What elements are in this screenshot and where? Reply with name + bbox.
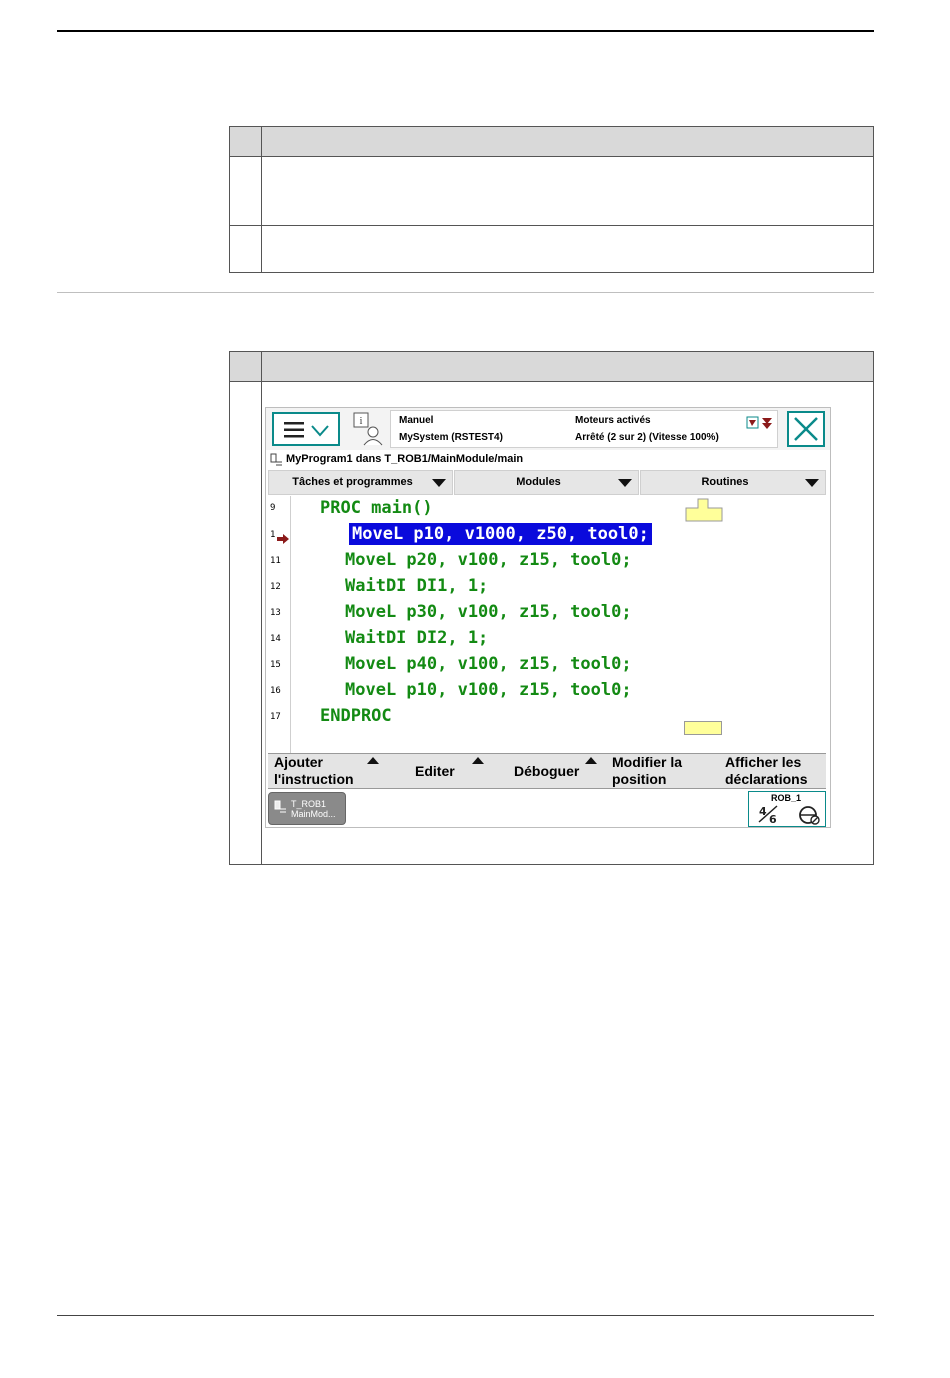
status-bar[interactable]: Manuel MySystem (RSTEST4) Moteurs activé… — [390, 410, 778, 448]
chevron-up-icon — [585, 757, 597, 764]
quickset-button[interactable]: ROB_1 4 6 — [748, 791, 826, 827]
table-row — [229, 225, 874, 273]
taskbar: T_ROB1 MainMod... ROB_1 4 6 — [266, 789, 830, 827]
chevron-up-icon — [472, 757, 484, 764]
tasks-dropdown[interactable]: Tâches et programmes — [268, 470, 453, 495]
line-number: 9 — [270, 503, 276, 513]
incremental-step-icon: 4 6 — [758, 805, 778, 824]
code-line[interactable]: ENDPROC — [320, 705, 392, 727]
task-status-icon — [746, 416, 772, 429]
show-declarations-button[interactable]: Afficher les déclarations — [725, 754, 825, 788]
flexpendant-screen: i Manuel MySystem (RSTEST4) Moteurs acti… — [265, 407, 831, 828]
program-path-text: MyProgram1 dans T_ROB1/MainModule/main — [286, 453, 524, 465]
add-instruction-button[interactable]: Ajouter l'instruction — [274, 754, 386, 788]
table-row — [229, 156, 874, 226]
table-header-row — [229, 351, 874, 382]
modules-dropdown[interactable]: Modules — [454, 470, 639, 495]
chevron-down-icon — [805, 479, 819, 487]
code-line[interactable]: WaitDI DI2, 1; — [345, 627, 488, 649]
main-menu-button[interactable] — [272, 412, 340, 446]
hamburger-menu-icon — [284, 422, 329, 438]
program-path: MyProgram1 dans T_ROB1/MainModule/main — [266, 450, 830, 469]
code-line[interactable]: MoveL p20, v100, z15, tool0; — [345, 549, 632, 571]
line-number: 17 — [270, 712, 281, 722]
line-number: 13 — [270, 608, 281, 618]
dropdown-bar: Tâches et programmes Modules Routines — [268, 470, 826, 495]
mechanical-unit-label: ROB_1 — [771, 793, 802, 803]
task-window-button[interactable]: T_ROB1 MainMod... — [268, 792, 346, 825]
program-state: Arrêté (2 sur 2) (Vitesse 100%) — [575, 432, 719, 443]
chevron-down-icon — [432, 479, 446, 487]
program-icon — [270, 453, 282, 466]
chevron-up-icon — [367, 757, 379, 764]
code-line[interactable]: WaitDI DI1, 1; — [345, 575, 488, 597]
code-line[interactable]: PROC main() — [320, 497, 433, 519]
motors-state: Moteurs activés — [575, 415, 651, 426]
end-marker — [684, 721, 722, 735]
code-line[interactable]: MoveL p10, v100, z15, tool0; — [345, 679, 632, 701]
code-editor[interactable]: 9 1 11 12 13 14 15 16 17 PROC main() Mov… — [268, 496, 828, 753]
svg-text:i: i — [360, 416, 363, 427]
line-number: 1 — [270, 530, 276, 540]
steps-table-1 — [229, 126, 874, 273]
motion-pointer-icon — [685, 498, 723, 522]
modify-position-button[interactable]: Modifier la position — [612, 754, 712, 788]
program-icon — [274, 800, 286, 813]
footer-rule — [57, 1315, 874, 1316]
table-header-row — [229, 126, 874, 157]
operator-info-icon[interactable]: i — [352, 412, 386, 446]
system-name: MySystem (RSTEST4) — [399, 432, 503, 443]
line-number: 11 — [270, 556, 281, 566]
bottom-command-bar: Ajouter l'instruction Editer Déboguer Mo… — [268, 753, 826, 789]
section-divider — [57, 292, 874, 293]
chevron-down-icon — [618, 479, 632, 487]
routines-dropdown[interactable]: Routines — [640, 470, 826, 495]
svg-text:6: 6 — [769, 813, 777, 824]
line-number: 15 — [270, 660, 281, 670]
debug-button[interactable]: Déboguer — [514, 754, 604, 788]
close-button[interactable] — [787, 411, 825, 447]
top-bar: i Manuel MySystem (RSTEST4) Moteurs acti… — [266, 408, 830, 450]
line-number: 16 — [270, 686, 281, 696]
line-number: 14 — [270, 634, 281, 644]
line-number-gutter: 9 1 11 12 13 14 15 16 17 — [268, 496, 291, 753]
code-line-selected[interactable]: MoveL p10, v1000, z50, tool0; — [349, 523, 652, 545]
code-line[interactable]: MoveL p40, v100, z15, tool0; — [345, 653, 632, 675]
program-pointer-icon — [277, 534, 289, 544]
operating-mode: Manuel — [399, 415, 434, 426]
run-mode-icon — [799, 806, 820, 825]
close-icon — [794, 417, 818, 441]
header-rule — [57, 30, 874, 32]
code-line[interactable]: MoveL p30, v100, z15, tool0; — [345, 601, 632, 623]
edit-button[interactable]: Editer — [415, 754, 495, 788]
line-number: 12 — [270, 582, 281, 592]
